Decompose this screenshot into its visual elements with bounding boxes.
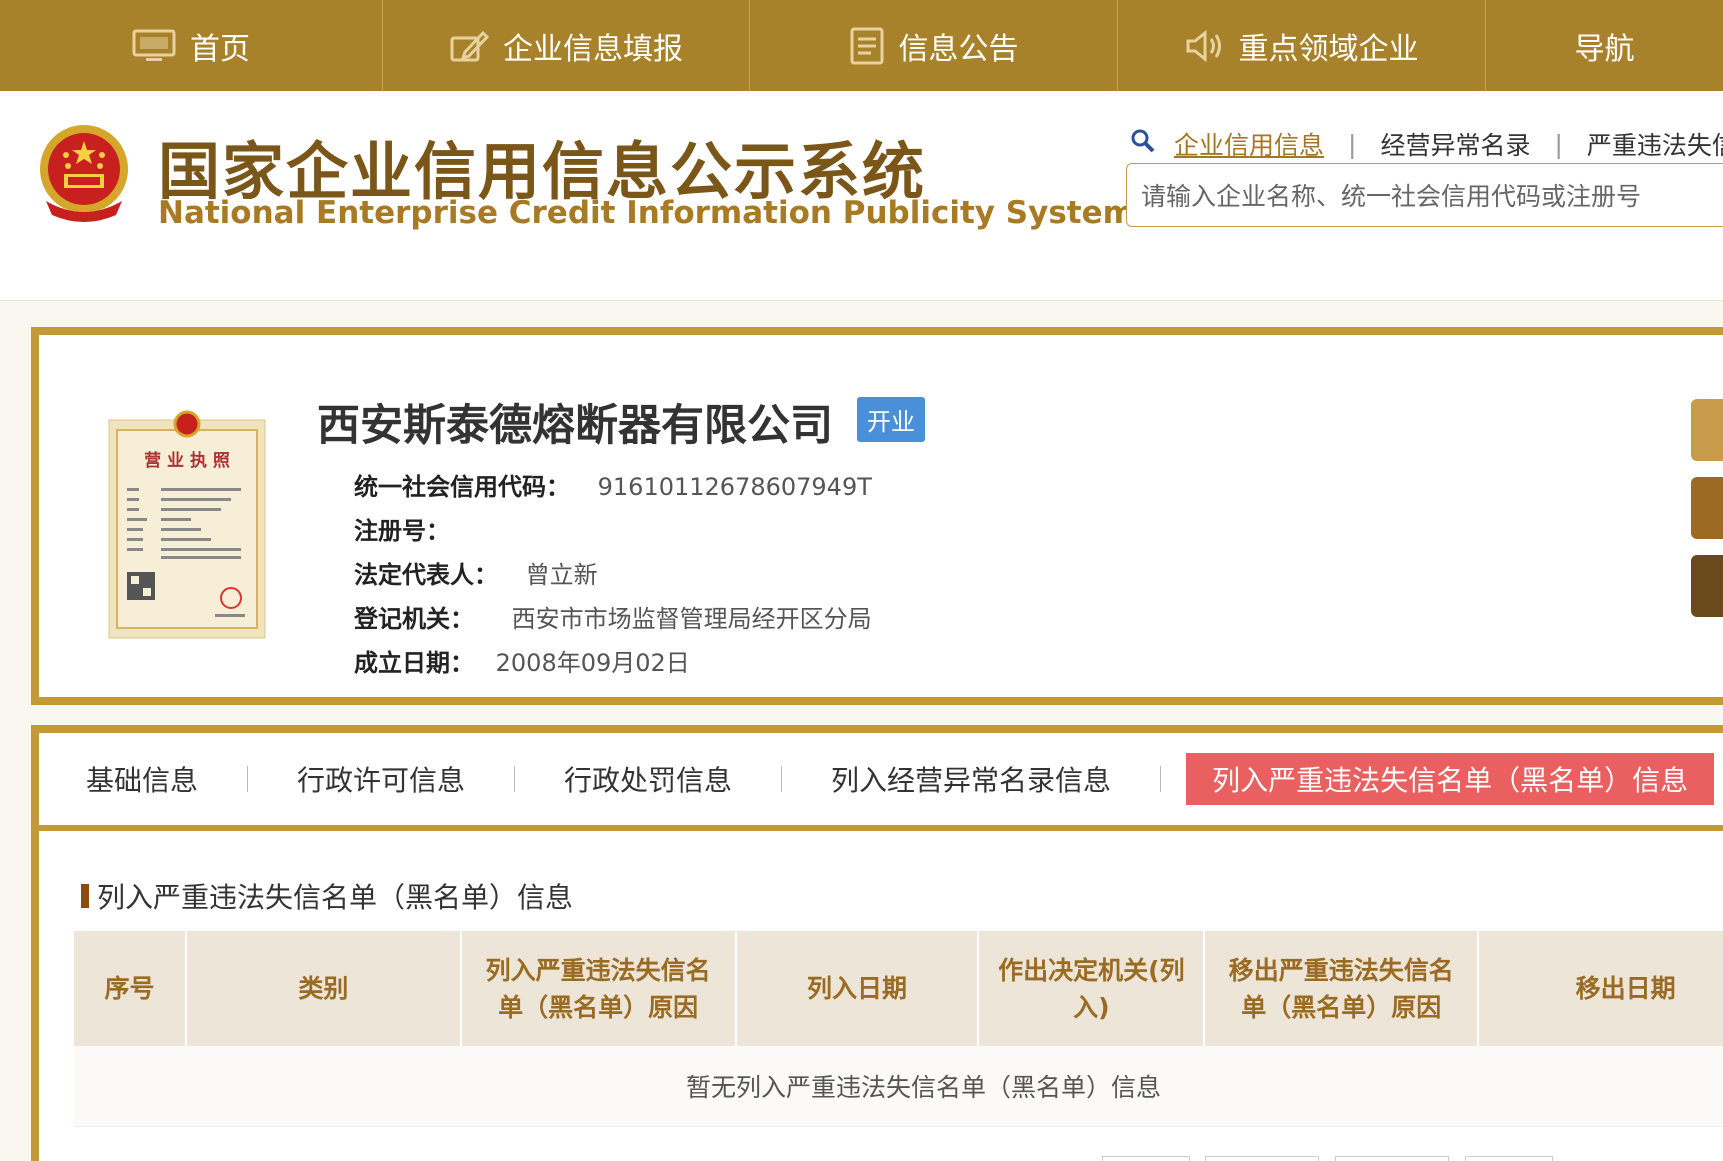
nav-label: 重点领域企业: [1238, 31, 1419, 67]
status-badge: 开业: [857, 397, 925, 442]
blacklist-section: 列入严重违法失信名单（黑名单）信息 序号 类别 列入严重违法失信名单（黑名单）原…: [31, 831, 1723, 1161]
tab-admin-license[interactable]: 行政许可信息: [248, 754, 514, 804]
search-tab-abnormal-list[interactable]: 经营异常名录: [1356, 126, 1554, 162]
section-title-text: 列入严重违法失信名单（黑名单）信息: [97, 881, 574, 914]
nav-label: 信息公告: [898, 31, 1019, 67]
field-value: 西安市市场监督管理局经开区分局: [511, 605, 872, 633]
divider: [1160, 766, 1162, 792]
search-tab-blacklist[interactable]: 严重违法失信: [1563, 126, 1723, 162]
top-nav: 首页 企业信息填报 信息公告 重点领域企业 导航: [0, 0, 1723, 91]
field-value: 曾立新: [525, 561, 598, 589]
column-header: 列入严重违法失信名单（黑名单）原因: [460, 931, 737, 1046]
search-placeholder: 请输入企业名称、统一社会信用代码或注册号: [1141, 182, 1642, 211]
info-row-authority: 登记机关： 西安市市场监督管理局经开区分局: [354, 599, 872, 634]
info-row-established: 成立日期： 2008年09月02日: [354, 643, 690, 678]
pager-button[interactable]: [1465, 1156, 1553, 1161]
info-row-reg-number: 注册号：: [354, 511, 450, 546]
table-header-row: 序号 类别 列入严重违法失信名单（黑名单）原因 列入日期 作出决定机关(列入) …: [74, 931, 1723, 1046]
tab-admin-penalty[interactable]: 行政处罚信息: [515, 754, 781, 804]
nav-label: 首页: [190, 31, 250, 67]
business-license-image[interactable]: 营 业 执 照: [105, 410, 269, 646]
nav-item-key-sector[interactable]: 重点领域企业: [1118, 0, 1486, 91]
search-tabs: 企业信用信息 | 经营异常名录 | 严重违法失信: [1130, 126, 1723, 162]
site-header: 国家企业信用信息公示系统 National Enterprise Credit …: [0, 91, 1723, 301]
tab-blacklist[interactable]: 列入严重违法失信名单（黑名单）信息: [1186, 753, 1715, 805]
national-emblem-icon: [30, 119, 138, 231]
nav-label: 企业信息填报: [503, 31, 683, 67]
info-row-legal-rep: 法定代表人： 曾立新: [354, 555, 598, 590]
speaker-icon: [1185, 29, 1225, 63]
divider: |: [1554, 129, 1563, 159]
nav-item-home[interactable]: 首页: [0, 0, 383, 91]
field-value: 91610112678607949T: [597, 473, 872, 501]
tab-basic-info[interactable]: 基础信息: [39, 754, 247, 804]
tab-abnormal-operation[interactable]: 列入经营异常名录信息: [782, 754, 1160, 804]
company-panel: 营 业 执 照 西安斯泰德熔断器有限公司 开业 统一社会信用代码： 916101…: [31, 327, 1723, 705]
edit-icon: [449, 28, 489, 64]
side-action-button-3[interactable]: [1691, 555, 1723, 617]
empty-state-text: 暂无列入严重违法失信名单（黑名单）信息: [74, 1046, 1723, 1127]
column-header: 类别: [185, 931, 462, 1046]
column-header: 移出严重违法失信名单（黑名单）原因: [1204, 931, 1480, 1046]
search-input[interactable]: 请输入企业名称、统一社会信用代码或注册号: [1126, 163, 1723, 227]
field-label: 统一社会信用代码：: [354, 473, 570, 501]
pager-button[interactable]: [1335, 1156, 1449, 1161]
search-tab-credit-info[interactable]: 企业信用信息: [1156, 126, 1348, 162]
side-action-button-1[interactable]: [1691, 399, 1723, 461]
nav-item-announce[interactable]: 信息公告: [750, 0, 1118, 91]
section-marker: [81, 884, 89, 908]
pager-button[interactable]: [1205, 1156, 1319, 1161]
pager-button[interactable]: [1102, 1156, 1190, 1161]
company-name: 西安斯泰德熔断器有限公司: [317, 401, 833, 451]
tab-panel: 基础信息 行政许可信息 行政处罚信息 列入经营异常名录信息 列入严重违法失信名单…: [31, 725, 1723, 825]
document-icon: [849, 27, 885, 65]
nav-item-report[interactable]: 企业信息填报: [383, 0, 750, 91]
column-header: 移出日期: [1478, 931, 1723, 1046]
column-header: 序号: [74, 931, 187, 1046]
column-header: 列入日期: [735, 931, 980, 1046]
field-label: 法定代表人：: [354, 561, 498, 589]
nav-label: 导航: [1574, 31, 1635, 67]
monitor-icon: [132, 29, 176, 63]
field-label: 登记机关：: [354, 605, 474, 633]
section-title: 列入严重违法失信名单（黑名单）信息: [81, 876, 573, 916]
field-value: 2008年09月02日: [495, 649, 690, 677]
field-label: 注册号：: [354, 517, 450, 545]
nav-item-navigation[interactable]: 导航: [1486, 0, 1723, 91]
blacklist-table: 序号 类别 列入严重违法失信名单（黑名单）原因 列入日期 作出决定机关(列入) …: [74, 931, 1723, 1127]
column-header: 作出决定机关(列入): [978, 931, 1206, 1046]
field-label: 成立日期：: [354, 649, 474, 677]
info-row-credit-code: 统一社会信用代码： 91610112678607949T: [354, 467, 872, 502]
table-row: 暂无列入严重违法失信名单（黑名单）信息: [74, 1046, 1723, 1127]
tab-bar: 基础信息 行政许可信息 行政处罚信息 列入经营异常名录信息 列入严重违法失信名单…: [39, 743, 1715, 815]
site-subtitle: National Enterprise Credit Information P…: [158, 195, 1135, 231]
side-action-button-2[interactable]: [1691, 477, 1723, 539]
license-title: 营 业 执 照: [144, 450, 230, 471]
search-icon[interactable]: [1130, 128, 1156, 160]
divider: |: [1348, 129, 1357, 159]
